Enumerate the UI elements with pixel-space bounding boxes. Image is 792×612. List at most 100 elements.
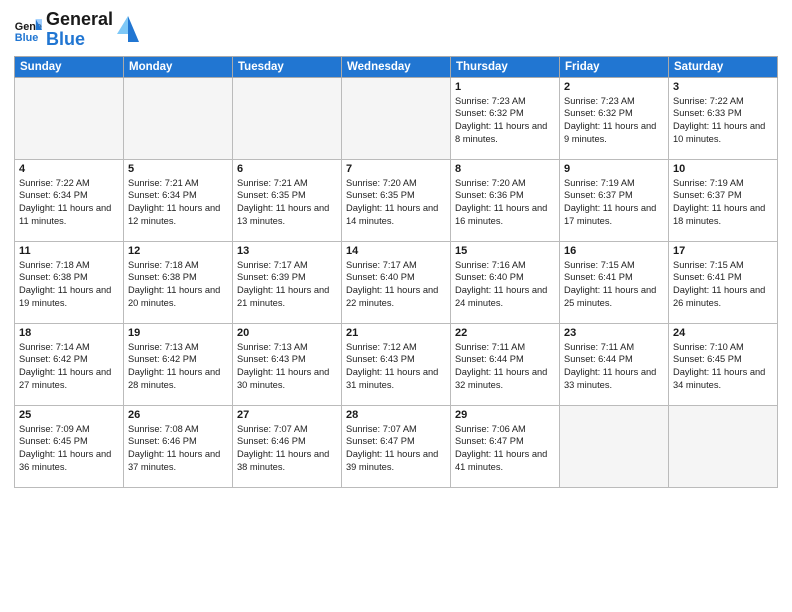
calendar-cell: 13 Sunrise: 7:17 AM Sunset: 6:39 PM Dayli…: [233, 241, 342, 323]
day-info: Sunrise: 7:12 AM Sunset: 6:43 PM Dayligh…: [346, 341, 446, 392]
day-info: Sunrise: 7:15 AM Sunset: 6:41 PM Dayligh…: [673, 259, 773, 310]
calendar-cell: [15, 77, 124, 159]
day-info: Sunrise: 7:14 AM Sunset: 6:42 PM Dayligh…: [19, 341, 119, 392]
calendar-cell: 12 Sunrise: 7:18 AM Sunset: 6:38 PM Dayli…: [124, 241, 233, 323]
calendar-cell: 7 Sunrise: 7:20 AM Sunset: 6:35 PM Daylig…: [342, 159, 451, 241]
day-number: 25: [19, 409, 119, 421]
calendar-cell: 4Sunrise: 7:22 AM Sunset: 6:34 PM Daylig…: [15, 159, 124, 241]
calendar-cell: 8 Sunrise: 7:20 AM Sunset: 6:36 PM Daylig…: [451, 159, 560, 241]
day-number: 13: [237, 245, 337, 257]
week-row-0: 1 Sunrise: 7:23 AM Sunset: 6:32 PM Daylig…: [15, 77, 778, 159]
calendar-cell: 16 Sunrise: 7:15 AM Sunset: 6:41 PM Dayli…: [560, 241, 669, 323]
week-row-2: 11 Sunrise: 7:18 AM Sunset: 6:38 PM Dayli…: [15, 241, 778, 323]
calendar-cell: 2Sunrise: 7:23 AM Sunset: 6:32 PM Daylig…: [560, 77, 669, 159]
calendar-cell: 23 Sunrise: 7:11 AM Sunset: 6:44 PM Dayli…: [560, 323, 669, 405]
day-number: 2: [564, 81, 664, 93]
day-info: Sunrise: 7:19 AM Sunset: 6:37 PM Dayligh…: [564, 177, 664, 228]
day-number: 21: [346, 327, 446, 339]
day-info: Sunrise: 7:18 AM Sunset: 6:38 PM Dayligh…: [128, 259, 228, 310]
svg-text:Blue: Blue: [15, 32, 39, 44]
day-info: Sunrise: 7:13 AM Sunset: 6:43 PM Dayligh…: [237, 341, 337, 392]
calendar-cell: [233, 77, 342, 159]
calendar-cell: 9 Sunrise: 7:19 AM Sunset: 6:37 PM Daylig…: [560, 159, 669, 241]
weekday-header-thursday: Thursday: [451, 56, 560, 77]
calendar-cell: 6 Sunrise: 7:21 AM Sunset: 6:35 PM Daylig…: [233, 159, 342, 241]
day-info: Sunrise: 7:17 AM Sunset: 6:39 PM Dayligh…: [237, 259, 337, 310]
day-number: 27: [237, 409, 337, 421]
calendar-cell: 19Sunrise: 7:13 AM Sunset: 6:42 PM Dayli…: [124, 323, 233, 405]
day-info: Sunrise: 7:21 AM Sunset: 6:34 PM Dayligh…: [128, 177, 228, 228]
header: General Blue General Blue: [14, 10, 778, 50]
day-info: Sunrise: 7:06 AM Sunset: 6:47 PM Dayligh…: [455, 423, 555, 474]
day-number: 23: [564, 327, 664, 339]
day-info: Sunrise: 7:11 AM Sunset: 6:44 PM Dayligh…: [564, 341, 664, 392]
logo-general: General: [46, 10, 113, 30]
day-number: 6: [237, 163, 337, 175]
page: General Blue General Blue SundayMon: [0, 0, 792, 494]
day-number: 3: [673, 81, 773, 93]
day-info: Sunrise: 7:18 AM Sunset: 6:38 PM Dayligh…: [19, 259, 119, 310]
calendar-cell: 24Sunrise: 7:10 AM Sunset: 6:45 PM Dayli…: [669, 323, 778, 405]
calendar-cell: [560, 405, 669, 487]
calendar-cell: 17 Sunrise: 7:15 AM Sunset: 6:41 PM Dayli…: [669, 241, 778, 323]
calendar-table: SundayMondayTuesdayWednesdayThursdayFrid…: [14, 56, 778, 488]
week-row-1: 4Sunrise: 7:22 AM Sunset: 6:34 PM Daylig…: [15, 159, 778, 241]
calendar-cell: [669, 405, 778, 487]
logo-sail-icon: [117, 14, 139, 46]
day-number: 18: [19, 327, 119, 339]
week-row-3: 18 Sunrise: 7:14 AM Sunset: 6:42 PM Dayli…: [15, 323, 778, 405]
calendar-cell: 3 Sunrise: 7:22 AM Sunset: 6:33 PM Daylig…: [669, 77, 778, 159]
calendar-cell: 29 Sunrise: 7:06 AM Sunset: 6:47 PM Dayli…: [451, 405, 560, 487]
day-number: 11: [19, 245, 119, 257]
weekday-header-friday: Friday: [560, 56, 669, 77]
day-info: Sunrise: 7:22 AM Sunset: 6:34 PM Dayligh…: [19, 177, 119, 228]
day-number: 9: [564, 163, 664, 175]
calendar-cell: 5 Sunrise: 7:21 AM Sunset: 6:34 PM Daylig…: [124, 159, 233, 241]
day-info: Sunrise: 7:22 AM Sunset: 6:33 PM Dayligh…: [673, 95, 773, 146]
day-info: Sunrise: 7:19 AM Sunset: 6:37 PM Dayligh…: [673, 177, 773, 228]
day-info: Sunrise: 7:08 AM Sunset: 6:46 PM Dayligh…: [128, 423, 228, 474]
day-info: Sunrise: 7:17 AM Sunset: 6:40 PM Dayligh…: [346, 259, 446, 310]
weekday-header-row: SundayMondayTuesdayWednesdayThursdayFrid…: [15, 56, 778, 77]
day-info: Sunrise: 7:16 AM Sunset: 6:40 PM Dayligh…: [455, 259, 555, 310]
calendar-cell: 27 Sunrise: 7:07 AM Sunset: 6:46 PM Dayli…: [233, 405, 342, 487]
day-info: Sunrise: 7:07 AM Sunset: 6:47 PM Dayligh…: [346, 423, 446, 474]
day-number: 29: [455, 409, 555, 421]
day-number: 26: [128, 409, 228, 421]
weekday-header-sunday: Sunday: [15, 56, 124, 77]
weekday-header-saturday: Saturday: [669, 56, 778, 77]
calendar-cell: 14 Sunrise: 7:17 AM Sunset: 6:40 PM Dayli…: [342, 241, 451, 323]
calendar-cell: 11 Sunrise: 7:18 AM Sunset: 6:38 PM Dayli…: [15, 241, 124, 323]
day-info: Sunrise: 7:13 AM Sunset: 6:42 PM Dayligh…: [128, 341, 228, 392]
calendar-cell: [342, 77, 451, 159]
day-info: Sunrise: 7:11 AM Sunset: 6:44 PM Dayligh…: [455, 341, 555, 392]
day-number: 5: [128, 163, 228, 175]
logo-blue: Blue: [46, 30, 113, 50]
day-info: Sunrise: 7:10 AM Sunset: 6:45 PM Dayligh…: [673, 341, 773, 392]
calendar-cell: 26 Sunrise: 7:08 AM Sunset: 6:46 PM Dayli…: [124, 405, 233, 487]
day-number: 1: [455, 81, 555, 93]
day-info: Sunrise: 7:20 AM Sunset: 6:36 PM Dayligh…: [455, 177, 555, 228]
calendar-cell: 20Sunrise: 7:13 AM Sunset: 6:43 PM Dayli…: [233, 323, 342, 405]
day-info: Sunrise: 7:21 AM Sunset: 6:35 PM Dayligh…: [237, 177, 337, 228]
weekday-header-wednesday: Wednesday: [342, 56, 451, 77]
day-info: Sunrise: 7:15 AM Sunset: 6:41 PM Dayligh…: [564, 259, 664, 310]
day-number: 14: [346, 245, 446, 257]
calendar-cell: 15 Sunrise: 7:16 AM Sunset: 6:40 PM Dayli…: [451, 241, 560, 323]
calendar-cell: 21 Sunrise: 7:12 AM Sunset: 6:43 PM Dayli…: [342, 323, 451, 405]
calendar-cell: 28Sunrise: 7:07 AM Sunset: 6:47 PM Dayli…: [342, 405, 451, 487]
day-number: 17: [673, 245, 773, 257]
day-number: 15: [455, 245, 555, 257]
day-info: Sunrise: 7:20 AM Sunset: 6:35 PM Dayligh…: [346, 177, 446, 228]
day-number: 16: [564, 245, 664, 257]
calendar-cell: 1 Sunrise: 7:23 AM Sunset: 6:32 PM Daylig…: [451, 77, 560, 159]
day-number: 12: [128, 245, 228, 257]
day-info: Sunrise: 7:09 AM Sunset: 6:45 PM Dayligh…: [19, 423, 119, 474]
day-number: 10: [673, 163, 773, 175]
calendar-cell: [124, 77, 233, 159]
day-number: 8: [455, 163, 555, 175]
day-info: Sunrise: 7:07 AM Sunset: 6:46 PM Dayligh…: [237, 423, 337, 474]
day-info: Sunrise: 7:23 AM Sunset: 6:32 PM Dayligh…: [455, 95, 555, 146]
calendar-cell: 25 Sunrise: 7:09 AM Sunset: 6:45 PM Dayli…: [15, 405, 124, 487]
day-number: 7: [346, 163, 446, 175]
